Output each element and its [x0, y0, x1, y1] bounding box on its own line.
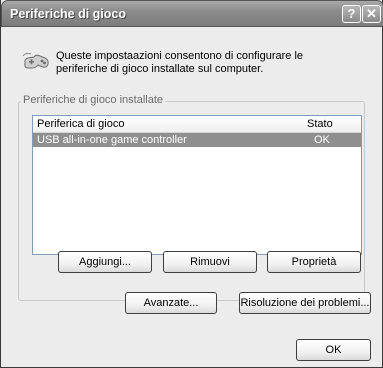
help-button[interactable]: ?: [342, 5, 361, 23]
column-header-name[interactable]: Periferica di gioco: [37, 118, 124, 130]
gamepad-icon: [22, 52, 49, 69]
advanced-button[interactable]: Avanzate...: [125, 292, 217, 314]
description-text: Queste impostaazioni consentono di confi…: [56, 50, 304, 75]
dialog-content: Queste impostaazioni consentono di confi…: [4, 27, 379, 364]
devices-list[interactable]: Periferica di gioco Stato USB all-in-one…: [32, 115, 362, 255]
list-header: Periferica di gioco Stato: [33, 116, 361, 133]
dialog-window: Periferiche di gioco ? ✕ Queste impostaa…: [0, 0, 383, 368]
title-bar[interactable]: Periferiche di gioco ? ✕: [1, 0, 383, 27]
device-status: OK: [314, 134, 330, 146]
device-name: USB all-in-one game controller: [37, 134, 187, 146]
group-label: Periferiche di gioco installate: [21, 94, 166, 106]
troubleshoot-button[interactable]: Risoluzione dei problemi...: [239, 292, 371, 314]
ok-button[interactable]: OK: [296, 339, 371, 361]
window-title: Periferiche di gioco: [10, 7, 127, 21]
remove-button[interactable]: Rimuovi: [163, 251, 257, 273]
column-header-status[interactable]: Stato: [307, 118, 333, 130]
list-item[interactable]: USB all-in-one game controller OK: [33, 133, 361, 147]
close-button[interactable]: ✕: [362, 5, 381, 23]
add-button[interactable]: Aggiungi...: [58, 251, 152, 273]
properties-button[interactable]: Proprietà: [267, 251, 361, 273]
